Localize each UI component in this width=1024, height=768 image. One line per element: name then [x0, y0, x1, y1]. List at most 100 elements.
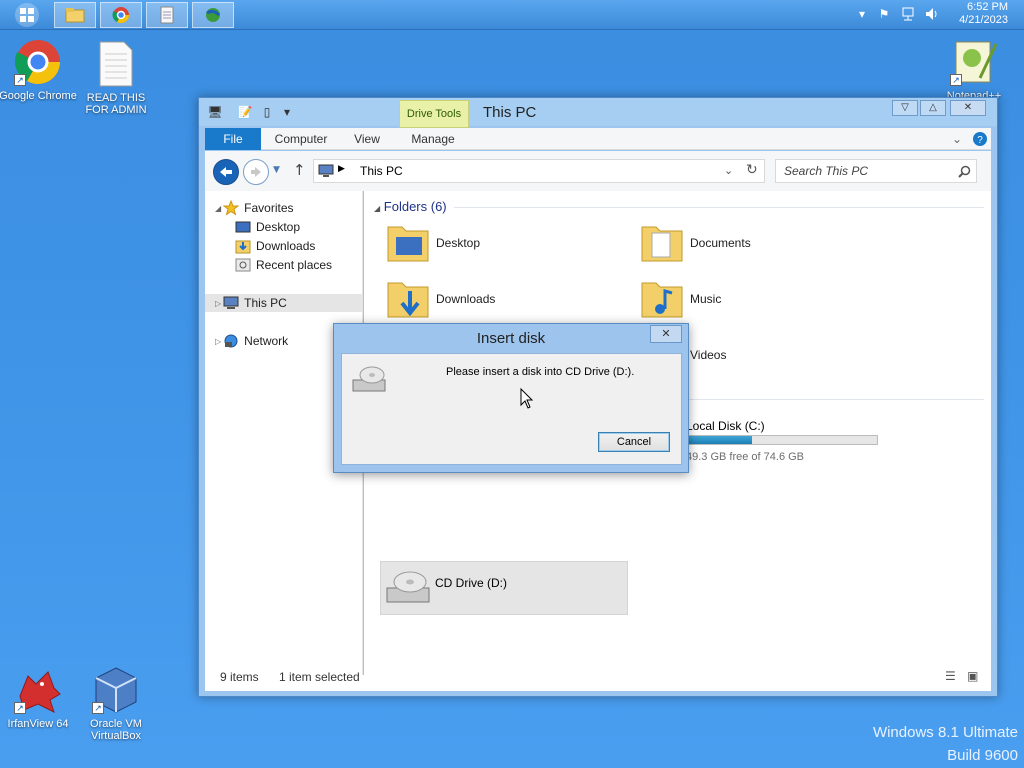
desktop-icon-virtualbox[interactable]: ↗ Oracle VM VirtualBox: [76, 666, 156, 742]
address-bar[interactable]: ▶ This PC ⌄ ↻: [313, 159, 765, 183]
star-icon: [223, 200, 240, 216]
notepad-plus-plus-icon: ↗: [950, 38, 998, 86]
computer-icon: [318, 164, 334, 177]
explorer-title: This PC: [483, 104, 537, 121]
tab-computer[interactable]: Computer: [271, 128, 331, 150]
desktop-icon-label-line2: FOR ADMIN: [85, 104, 147, 116]
expand-arrow-icon[interactable]: ▷: [215, 299, 221, 308]
desktop-icon-readme[interactable]: READ THIS FOR ADMIN: [76, 40, 156, 116]
collapse-arrow-icon[interactable]: ◢: [215, 204, 221, 213]
cd-drive-icon: [352, 366, 386, 392]
nav-item-favorites[interactable]: ◢ Favorites: [205, 199, 363, 217]
show-hidden-icons-icon[interactable]: ▾: [854, 6, 870, 22]
desktop-folder-icon: [387, 226, 429, 262]
address-dropdown-icon[interactable]: ⌄: [724, 164, 733, 177]
start-button[interactable]: [4, 2, 50, 28]
taskbar-network-app-button[interactable]: [192, 2, 234, 28]
folders-group-label: Folders (6): [383, 199, 447, 214]
shortcut-arrow-icon: ↗: [950, 74, 962, 86]
large-icons-view-icon[interactable]: ▣: [967, 669, 978, 683]
desktop-icon: [235, 221, 251, 233]
network-icon[interactable]: [900, 6, 916, 22]
search-input[interactable]: Search This PC: [775, 159, 977, 183]
action-center-flag-icon[interactable]: ⚑: [876, 6, 892, 22]
refresh-icon[interactable]: ↻: [746, 162, 758, 178]
downloads-icon: [235, 240, 251, 254]
computer-icon[interactable]: 🖥: [207, 104, 223, 120]
taskbar-notepad-button[interactable]: [146, 2, 188, 28]
windows-watermark-edition: Windows 8.1 Ultimate: [872, 724, 1018, 741]
properties-icon[interactable]: 📝: [237, 104, 253, 120]
status-bar: 9 items 1 item selected ☰ ▣: [205, 669, 991, 691]
search-icon[interactable]: [958, 165, 971, 178]
music-folder-icon: [641, 282, 683, 318]
folders-group-header[interactable]: ◢ Folders (6): [374, 199, 447, 214]
minimize-button[interactable]: ▽: [892, 100, 918, 116]
network-icon: [224, 334, 238, 348]
dialog-body: Please insert a disk into CD Drive (D:).…: [341, 353, 682, 465]
folder-music[interactable]: Music: [638, 271, 888, 327]
tab-file[interactable]: File: [205, 128, 261, 150]
taskbar-chrome-button[interactable]: [100, 2, 142, 28]
close-button[interactable]: ✕: [950, 100, 986, 116]
taskbar-clock[interactable]: 6:52 PM 4/21/2023: [959, 1, 1008, 27]
drive-cd-d-selected[interactable]: CD Drive (D:): [380, 561, 628, 615]
forward-button[interactable]: [243, 159, 269, 185]
status-item-count: 9 items: [220, 670, 259, 684]
nav-item-this-pc[interactable]: ▷ This PC: [205, 294, 363, 312]
desktop-icon-label-line1: READ THIS: [86, 92, 146, 104]
help-icon[interactable]: ?: [971, 128, 989, 150]
collapse-arrow-icon: ◢: [374, 204, 381, 213]
nav-item-label: This PC: [244, 296, 287, 310]
volume-icon[interactable]: [924, 6, 940, 22]
drive-local-disk-c[interactable]: Local Disk (C:) 49.3 GB free of 74.6 GB: [686, 419, 886, 463]
computer-icon: [223, 296, 239, 309]
back-arrow-icon: [220, 167, 232, 177]
windows-logo-icon: [15, 3, 39, 27]
breadcrumb-chevron-icon[interactable]: ▶: [338, 164, 345, 174]
notepad-icon: [160, 6, 174, 24]
up-arrow-icon[interactable]: ↑: [293, 161, 306, 179]
taskbar-file-explorer-button[interactable]: [54, 2, 96, 28]
cancel-button[interactable]: Cancel: [598, 432, 670, 452]
mouse-cursor-icon: [520, 388, 534, 409]
status-selected-count: 1 item selected: [279, 670, 360, 684]
desktop-icon-irfanview[interactable]: ↗ IrfanView 64: [0, 666, 78, 730]
tab-manage[interactable]: Manage: [401, 128, 465, 150]
nav-item-label: Favorites: [244, 201, 294, 215]
nav-item-downloads[interactable]: Downloads: [205, 237, 363, 255]
downloads-folder-icon: [387, 282, 429, 318]
drive-free-space: 49.3 GB free of 74.6 GB: [686, 451, 805, 463]
expand-arrow-icon[interactable]: ▷: [215, 337, 221, 346]
desktop-icon-notepadpp[interactable]: ↗ Notepad++: [934, 38, 1014, 102]
desktop-icon-label: Google Chrome: [0, 90, 77, 102]
windows-watermark-build: Build 9600: [947, 747, 1018, 764]
recent-locations-icon[interactable]: ▼: [273, 165, 280, 175]
desktop-icon-label-line2: VirtualBox: [91, 730, 141, 742]
tab-view[interactable]: View: [347, 128, 387, 150]
folder-downloads[interactable]: Downloads: [384, 271, 634, 327]
new-folder-icon[interactable]: ▯: [259, 104, 275, 120]
shortcut-arrow-icon: ↗: [14, 702, 26, 714]
folder-label: Desktop: [436, 236, 481, 250]
desktop-icon-chrome[interactable]: ↗ Google Chrome: [0, 38, 78, 102]
dialog-close-button[interactable]: ✕: [650, 325, 682, 343]
address-row: ▼ ↑ ▶ This PC ⌄ ↻ Search This PC: [205, 151, 991, 191]
globe-icon: [206, 8, 221, 22]
nav-item-recent-places[interactable]: Recent places: [205, 256, 363, 274]
taskbar: ▾ ⚑ 6:52 PM 4/21/2023: [0, 0, 1024, 30]
folder-documents[interactable]: Documents: [638, 215, 888, 271]
svg-text:?: ?: [977, 135, 983, 146]
maximize-button[interactable]: △: [920, 100, 946, 116]
qat-dropdown-icon[interactable]: ▾: [279, 104, 295, 120]
drive-label: CD Drive (D:): [435, 576, 507, 590]
folder-icon: [65, 8, 85, 23]
explorer-title-bar[interactable]: 🖥 📝 ▯ ▾ Drive Tools This PC ▽ △ ✕: [199, 98, 997, 128]
address-text: This PC: [360, 164, 403, 178]
folder-desktop[interactable]: Desktop: [384, 215, 634, 271]
nav-item-desktop[interactable]: Desktop: [205, 218, 363, 236]
back-button[interactable]: [213, 159, 239, 185]
details-view-icon[interactable]: ☰: [945, 669, 956, 683]
shortcut-arrow-icon: ↗: [92, 702, 104, 714]
expand-ribbon-icon[interactable]: ⌄: [949, 128, 965, 150]
